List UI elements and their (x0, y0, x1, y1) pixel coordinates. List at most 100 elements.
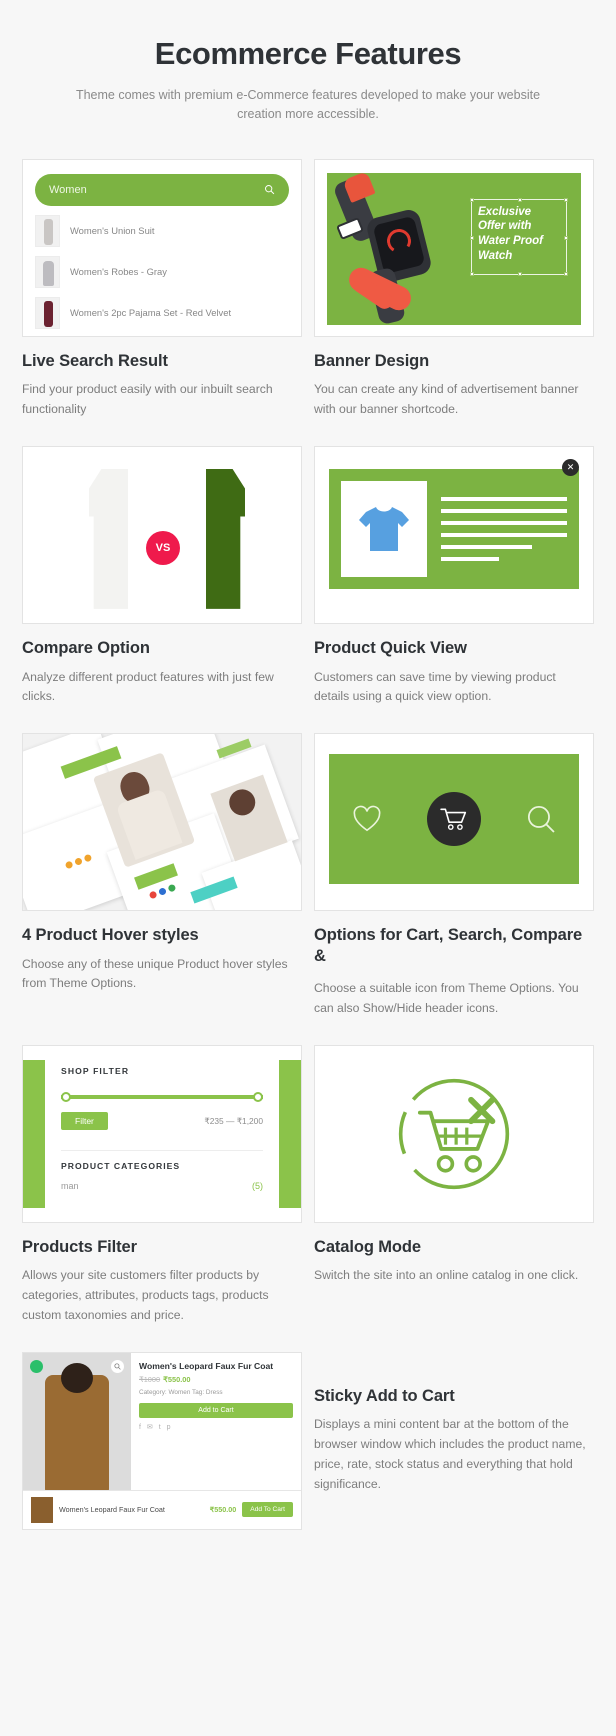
product-meta: Category: Women Tag: Dress (139, 1388, 223, 1396)
list-item-label: Women's 2pc Pajama Set - Red Velvet (70, 307, 232, 319)
feature-description: Find your product easily with our inbuil… (22, 382, 273, 417)
sticky-bar-thumbnail (31, 1496, 53, 1523)
catalog-mode-preview (314, 1044, 594, 1223)
search-query: Women (49, 183, 87, 196)
feature-card-products-filter: SHOP FILTER Filter ₹235 — ₹1,200 PRODUCT… (18, 1044, 308, 1326)
ecommerce-features-page: Ecommerce Features Theme comes with prem… (0, 0, 616, 1596)
quick-view-panel (329, 468, 579, 589)
feature-title: Live Search Result (22, 351, 168, 370)
feature-title: 4 Product Hover styles (22, 926, 199, 945)
resize-handle[interactable] (470, 197, 474, 202)
feature-card-quick-view: ✕ Product Quick View Customers can save … (308, 445, 598, 707)
banner-text: Exclusive Offer with Water Proof Watch (478, 205, 543, 262)
cart-button[interactable] (426, 792, 481, 847)
product-photo (45, 1362, 109, 1491)
hover-styles-preview (22, 733, 302, 912)
shop-filter-preview: SHOP FILTER Filter ₹235 — ₹1,200 PRODUCT… (22, 1044, 302, 1223)
category-row[interactable]: man (5) (61, 1181, 263, 1191)
sticky-bar-product: Women's Leopard Faux Fur Coat (59, 1505, 165, 1515)
icon-strip (329, 754, 579, 885)
list-item-label: Women's Robes - Gray (70, 266, 167, 278)
feature-card-sticky-cart: Women's Leopard Faux Fur Coat ₹1000 ₹550.… (18, 1351, 308, 1530)
category-count: (5) (252, 1180, 263, 1191)
resize-handle[interactable] (564, 271, 568, 276)
feature-description: Switch the site into an online catalog i… (314, 1268, 579, 1283)
feature-title: Compare Option (22, 638, 150, 657)
tshirt-green (206, 468, 245, 609)
list-item[interactable]: Women's 2pc Pajama Set - Red Velvet (35, 296, 289, 329)
slider-track (61, 1094, 263, 1099)
price-range-label: ₹235 — ₹1,200 (204, 1115, 263, 1126)
price-range-slider[interactable] (61, 1091, 263, 1102)
tshirt-icon (359, 506, 409, 551)
product-categories-heading: PRODUCT CATEGORIES (61, 1149, 263, 1171)
live-search-preview: Women Women's Union Suit Women's Robes -… (22, 158, 302, 337)
compare-preview: VS (22, 445, 302, 624)
heart-icon[interactable] (352, 805, 382, 833)
social-share-icons[interactable]: f ✉ t p (139, 1423, 293, 1431)
close-icon[interactable]: ✕ (562, 458, 579, 476)
feature-title: Sticky Add to Cart (314, 1386, 455, 1405)
banner-text-box[interactable]: Exclusive Offer with Water Proof Watch (470, 197, 568, 276)
feature-description: Allows your site customers filter produc… (22, 1268, 269, 1322)
sticky-bar-add-button[interactable]: Add To Cart (242, 1502, 293, 1518)
price-old: ₹1000 (139, 1374, 161, 1384)
feature-card-live-search: Women Women's Union Suit Women's Robes -… (18, 158, 308, 420)
product-thumbnail (35, 296, 60, 329)
list-item[interactable]: Women's Robes - Gray (35, 255, 289, 288)
sticky-bar-price: ₹550.00 (209, 1505, 237, 1515)
price-new: ₹550.00 (163, 1374, 191, 1384)
feature-description: Customers can save time by viewing produ… (314, 669, 556, 704)
product-thumbnail (35, 255, 60, 288)
resize-handle[interactable] (518, 271, 522, 276)
cart-crossed-icon (398, 1078, 510, 1189)
banner-canvas: Exclusive Offer with Water Proof Watch (327, 172, 581, 325)
search-icon[interactable] (111, 1359, 124, 1373)
list-item-label: Women's Union Suit (70, 225, 155, 237)
filter-button[interactable]: Filter (61, 1111, 108, 1130)
feature-description: You can create any kind of advertisement… (314, 382, 579, 417)
vs-badge: VS (146, 530, 180, 565)
resize-handle[interactable] (470, 235, 474, 240)
feature-card-compare-option: VS Compare Option Analyze different prod… (18, 445, 308, 707)
page-title: Ecommerce Features (154, 36, 462, 71)
resize-handle[interactable] (564, 235, 568, 240)
search-input[interactable]: Women (35, 173, 289, 206)
feature-title: Options for Cart, Search, Compare & (314, 926, 583, 965)
search-icon[interactable] (526, 804, 556, 834)
slider-handle-min[interactable] (61, 1091, 71, 1102)
decor-bar-right (279, 1059, 301, 1208)
page-subtitle: Theme comes with premium e-Commerce feat… (75, 88, 541, 122)
feature-description: Analyze different product features with … (22, 669, 274, 704)
feature-title: Products Filter (22, 1237, 137, 1256)
quick-view-preview: ✕ (314, 445, 594, 624)
product-price: ₹1000 ₹550.00 (139, 1375, 293, 1384)
page-header: Ecommerce Features Theme comes with prem… (0, 36, 616, 125)
search-icon[interactable] (264, 184, 275, 195)
sale-badge (30, 1359, 43, 1373)
banner-preview: Exclusive Offer with Water Proof Watch (314, 158, 594, 337)
feature-card-banner-design: Exclusive Offer with Water Proof Watch B… (308, 158, 598, 420)
resize-handle[interactable] (564, 197, 568, 202)
feature-description: Choose any of these unique Product hover… (22, 956, 288, 991)
feature-description: Displays a mini content bar at the botto… (314, 1417, 586, 1491)
product-image (341, 480, 427, 577)
cart-icon (440, 808, 467, 830)
sticky-cart-preview: Women's Leopard Faux Fur Coat ₹1000 ₹550.… (22, 1351, 302, 1530)
resize-handle[interactable] (470, 271, 474, 276)
feature-title: Banner Design (314, 351, 430, 370)
feature-card-catalog-mode: Catalog Mode Switch the site into an onl… (308, 1044, 598, 1326)
product-title: Women's Leopard Faux Fur Coat (139, 1360, 274, 1371)
feature-title: Catalog Mode (314, 1237, 421, 1256)
feature-card-cart-options: Options for Cart, Search, Compare & Choo… (308, 733, 598, 1019)
list-item[interactable]: Women's Union Suit (35, 214, 289, 247)
add-to-cart-button[interactable]: Add to Cart (139, 1403, 293, 1419)
slider-handle-max[interactable] (253, 1091, 263, 1102)
feature-text-sticky-cart: Sticky Add to Cart Displays a mini conte… (308, 1352, 598, 1530)
feature-description: Choose a suitable icon from Theme Option… (314, 981, 579, 1016)
resize-handle[interactable] (518, 197, 522, 202)
product-thumbnail (35, 214, 60, 247)
detail-lines (427, 496, 567, 561)
feature-card-hover-styles: 4 Product Hover styles Choose any of the… (18, 733, 308, 1019)
shop-filter-heading: SHOP FILTER (61, 1065, 130, 1076)
